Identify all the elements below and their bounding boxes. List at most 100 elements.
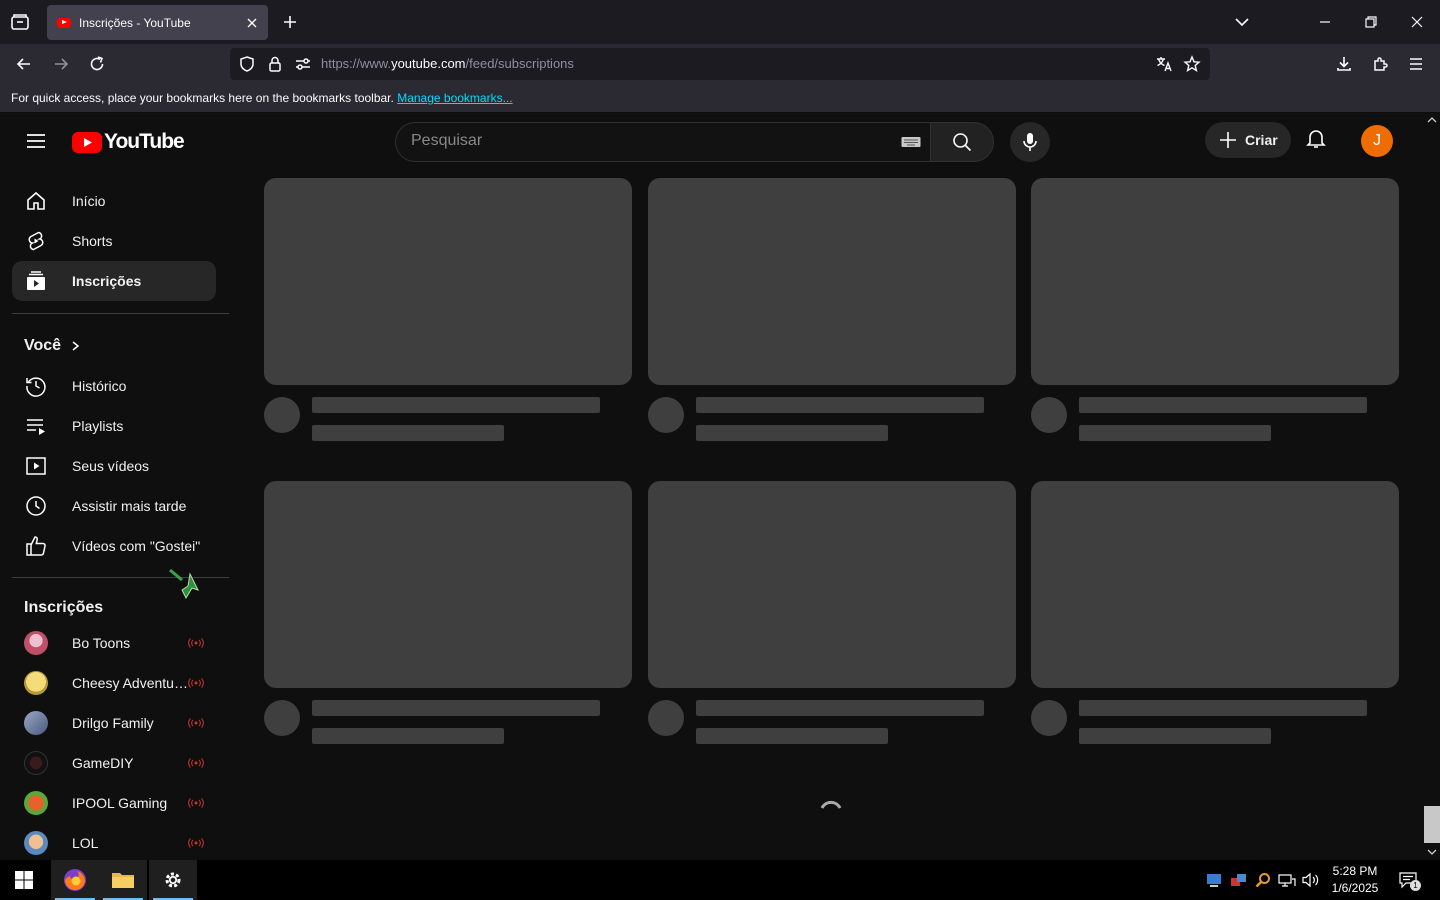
sidebar-item-videos-gostei[interactable]: Vídeos com "Gostei" — [12, 526, 216, 566]
meta-placeholder — [696, 425, 888, 441]
notification-count-badge: 1 — [1410, 880, 1421, 891]
sidebar-item-label: Playlists — [72, 418, 124, 434]
search-box[interactable] — [395, 122, 930, 162]
bookmark-star-icon[interactable] — [1183, 55, 1201, 73]
channel-avatar — [24, 711, 48, 735]
title-placeholder — [696, 700, 984, 716]
taskbar-settings[interactable] — [149, 860, 197, 900]
minimize-icon[interactable] — [1316, 13, 1334, 31]
playlists-icon — [24, 414, 48, 438]
list-tabs-chevron-icon[interactable] — [1233, 13, 1251, 31]
sidebar-channel-drilgo-family[interactable]: Drilgo Family — [12, 703, 216, 743]
extensions-icon[interactable] — [1371, 54, 1391, 74]
create-button[interactable]: Criar — [1205, 122, 1291, 158]
scroll-up-icon[interactable] — [1427, 116, 1437, 124]
plus-icon — [1220, 132, 1236, 148]
channel-avatar-placeholder — [264, 397, 300, 433]
guide-menu-icon[interactable] — [24, 129, 48, 153]
logo-text: YouTube — [104, 130, 185, 153]
shorts-icon — [24, 229, 48, 253]
channel-name: LOL — [72, 835, 99, 851]
your-videos-icon — [24, 454, 48, 478]
url-bar[interactable]: https://www.youtube.com/feed/subscriptio… — [230, 48, 1210, 80]
loading-spinner-icon — [816, 797, 846, 827]
sidebar-channel-lol[interactable]: LOL — [12, 823, 216, 860]
reload-icon[interactable] — [87, 54, 107, 74]
tray-volume-icon[interactable] — [1302, 872, 1320, 888]
live-indicator-icon — [188, 718, 204, 728]
keyboard-icon[interactable] — [901, 135, 921, 149]
lock-icon[interactable] — [266, 55, 284, 73]
clock-date: 1/6/2025 — [1331, 881, 1379, 895]
tab-manager-icon[interactable] — [10, 12, 30, 32]
sidebar-item-playlists[interactable]: Playlists — [12, 406, 216, 446]
sidebar-item-inicio[interactable]: Início — [12, 181, 216, 221]
sidebar-channel-cheesy-adventures[interactable]: Cheesy Adventures — [12, 663, 216, 703]
close-tab-icon[interactable] — [242, 13, 262, 33]
meta-placeholder — [696, 728, 888, 744]
watch-later-icon — [24, 494, 48, 518]
translate-icon[interactable] — [1155, 55, 1173, 73]
manage-bookmarks-link[interactable]: Manage bookmarks... — [397, 91, 512, 105]
channel-avatar — [24, 791, 48, 815]
youtube-logo[interactable]: YouTube — [72, 130, 185, 154]
channel-avatar — [24, 671, 48, 695]
you-section-header[interactable]: Você — [24, 337, 81, 355]
browser-tab[interactable]: Inscrições - YouTube — [47, 5, 268, 40]
browser-nav-bar: https://www.youtube.com/feed/subscriptio… — [0, 44, 1440, 85]
video-thumbnail-placeholder — [264, 178, 632, 385]
video-thumbnail-placeholder — [648, 178, 1016, 385]
menu-hamburger-icon[interactable] — [1406, 54, 1426, 74]
bookmarks-hint: For quick access, place your bookmarks h… — [11, 91, 394, 105]
tray-search-icon[interactable] — [1255, 872, 1271, 888]
settings-gear-icon — [165, 872, 181, 888]
tray-network-manager-icon[interactable] — [1230, 872, 1248, 888]
url-prefix: https://www. — [321, 56, 392, 71]
sidebar-item-inscricoes[interactable]: Inscrições — [12, 261, 216, 301]
live-indicator-icon — [188, 838, 204, 848]
sidebar-item-seus-videos[interactable]: Seus vídeos — [12, 446, 216, 486]
microphone-icon — [1023, 133, 1037, 151]
sidebar-item-shorts[interactable]: Shorts — [12, 221, 216, 261]
action-center-icon[interactable]: 1 — [1398, 871, 1421, 891]
close-window-icon[interactable] — [1408, 13, 1426, 31]
meta-placeholder — [1079, 728, 1271, 744]
title-placeholder — [312, 397, 600, 413]
sidebar-item-assistir-mais-tarde[interactable]: Assistir mais tarde — [12, 486, 216, 526]
sidebar-channel-ipool-gaming[interactable]: IPOOL Gaming — [12, 783, 216, 823]
channel-name: IPOOL Gaming — [72, 795, 168, 811]
voice-search-button[interactable] — [1010, 122, 1050, 162]
new-tab-icon[interactable] — [280, 12, 300, 32]
windows-logo-icon — [15, 871, 33, 889]
thumbs-up-icon — [24, 534, 48, 558]
permissions-icon[interactable] — [294, 56, 312, 72]
taskbar-firefox[interactable] — [51, 860, 99, 900]
meta-placeholder — [1079, 425, 1271, 441]
start-button[interactable] — [0, 860, 48, 900]
chevron-right-icon — [72, 341, 80, 351]
channel-name: GameDIY — [72, 755, 134, 771]
scrollbar-thumb[interactable] — [1424, 806, 1440, 843]
tracking-shield-icon[interactable] — [238, 55, 256, 73]
notifications-bell-icon[interactable] — [1304, 126, 1328, 150]
video-thumbnail-placeholder — [1031, 481, 1399, 688]
meta-placeholder — [312, 425, 504, 441]
downloads-icon[interactable] — [1334, 54, 1354, 74]
search-input[interactable] — [411, 132, 881, 150]
sidebar-channel-bo-toons[interactable]: Bo Toons — [12, 623, 216, 663]
channel-avatar — [24, 631, 48, 655]
sidebar-item-historico[interactable]: Histórico — [12, 366, 216, 406]
search-button[interactable] — [930, 122, 994, 162]
account-avatar[interactable]: J — [1361, 125, 1393, 157]
sidebar-channel-gamediy[interactable]: GameDIY — [12, 743, 216, 783]
channel-name: Bo Toons — [72, 635, 131, 651]
page-scrollbar[interactable] — [1424, 113, 1440, 860]
tray-network-icon[interactable] — [1278, 872, 1296, 888]
tray-desktop-icon[interactable] — [1206, 872, 1222, 888]
restore-icon[interactable] — [1362, 13, 1380, 31]
forward-icon[interactable] — [51, 54, 71, 74]
back-icon[interactable] — [14, 54, 34, 74]
scroll-down-icon[interactable] — [1427, 848, 1437, 856]
taskbar-file-explorer[interactable] — [99, 860, 147, 900]
taskbar-clock[interactable]: 5:28 PM 1/6/2025 — [1326, 863, 1384, 897]
